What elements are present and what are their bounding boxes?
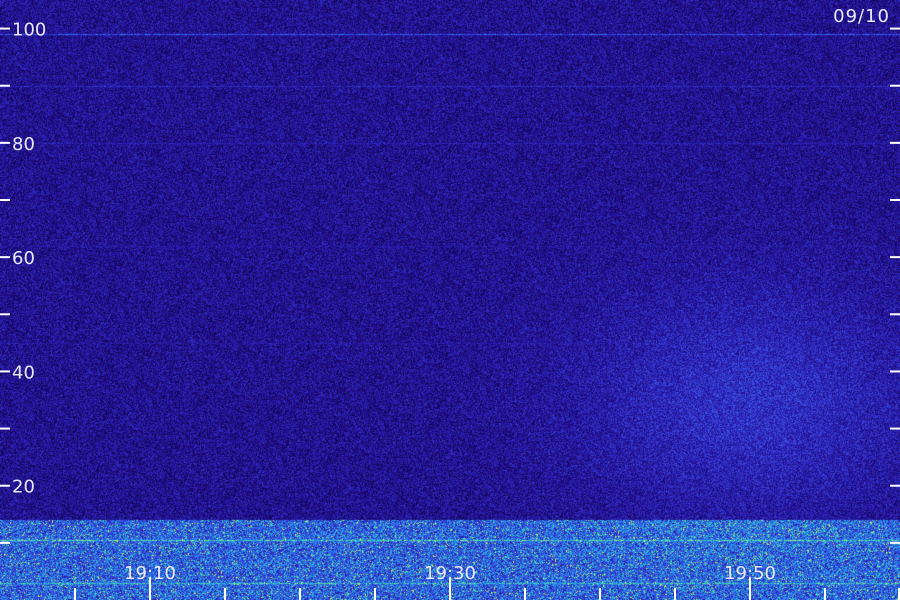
spectrogram-chart: 100 80 60 40 20 19:10 19:30 19:50 09/10 xyxy=(0,0,900,600)
y-axis-left: 100 80 60 40 20 xyxy=(0,20,46,544)
y-tick-label: 100 xyxy=(12,20,46,41)
axes-overlay: 100 80 60 40 20 19:10 19:30 19:50 xyxy=(0,20,900,600)
y-axis-right xyxy=(890,27,900,544)
x-axis: 19:10 19:30 19:50 xyxy=(74,563,900,600)
y-tick-label: 20 xyxy=(12,477,35,498)
x-tick-label: 19:10 xyxy=(124,563,176,584)
y-tick-label: 80 xyxy=(12,134,35,155)
date-label: 09/10 xyxy=(833,6,890,27)
y-tick-label: 60 xyxy=(12,248,35,269)
x-tick-label: 19:30 xyxy=(424,563,476,584)
x-tick-label: 19:50 xyxy=(724,563,776,584)
y-tick-label: 40 xyxy=(12,362,35,383)
